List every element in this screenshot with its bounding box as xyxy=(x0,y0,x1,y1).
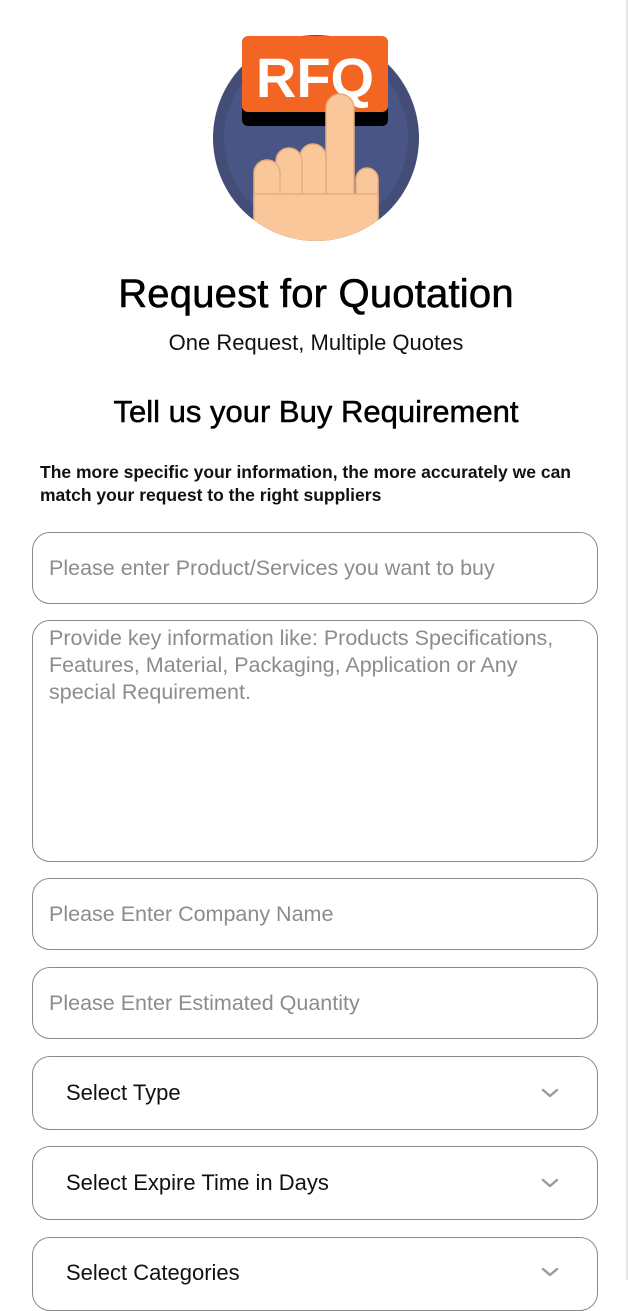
chevron-down-icon xyxy=(541,1267,559,1277)
chevron-down-icon xyxy=(541,1178,559,1188)
categories-select[interactable]: Select Categories xyxy=(32,1237,598,1311)
page-subtitle: One Request, Multiple Quotes xyxy=(168,330,464,355)
company-field[interactable] xyxy=(32,878,598,950)
chevron-down-icon xyxy=(541,1088,559,1098)
company-input[interactable] xyxy=(33,879,597,949)
type-select-label: Select Type xyxy=(66,1080,181,1105)
quantity-field[interactable] xyxy=(32,967,598,1039)
quantity-input[interactable] xyxy=(33,968,597,1038)
product-input[interactable] xyxy=(33,533,597,603)
form-description: The more specific your information, the … xyxy=(40,462,571,505)
details-textarea[interactable] xyxy=(33,621,597,861)
categories-select-label: Select Categories xyxy=(66,1260,240,1285)
details-field[interactable] xyxy=(32,620,598,862)
form-heading: Tell us your Buy Requirement xyxy=(113,394,519,430)
type-select[interactable]: Select Type xyxy=(32,1056,598,1130)
rfq-logo-text: RFQ xyxy=(256,46,374,109)
rfq-logo: RFQ xyxy=(213,35,419,241)
expire-select[interactable]: Select Expire Time in Days xyxy=(32,1146,598,1220)
product-field[interactable] xyxy=(32,532,598,604)
expire-select-label: Select Expire Time in Days xyxy=(66,1170,329,1195)
page-title: Request for Quotation xyxy=(118,272,514,317)
